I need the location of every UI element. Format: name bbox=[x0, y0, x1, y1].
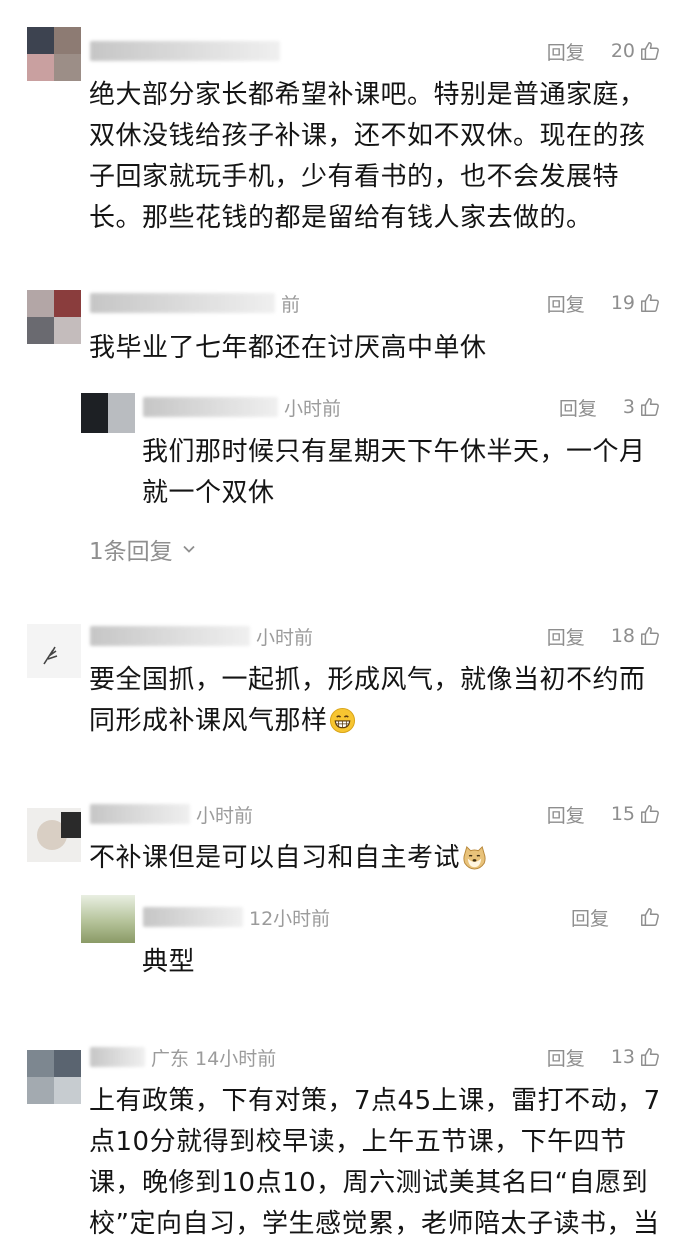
reply-meta: 12小时前 bbox=[143, 902, 330, 932]
comment-actions: 回复 13 bbox=[547, 1042, 661, 1072]
reply-button[interactable]: 回复 bbox=[547, 623, 585, 650]
thumbs-up-icon[interactable] bbox=[639, 40, 661, 62]
comment-actions: 回复 19 bbox=[547, 288, 661, 318]
doge-emoji-icon bbox=[463, 845, 486, 870]
like-count: 3 bbox=[622, 396, 635, 418]
reply-button[interactable]: 回复 bbox=[547, 38, 585, 65]
reply-avatar[interactable] bbox=[81, 393, 135, 433]
thumbs-up-icon[interactable] bbox=[639, 292, 661, 314]
comment-actions: 回复 18 bbox=[547, 621, 661, 651]
like-count: 13 bbox=[610, 1046, 635, 1068]
reply-meta: 小时前 bbox=[143, 392, 341, 422]
username-blurred[interactable] bbox=[90, 1047, 145, 1067]
comment-meta: 小时前 bbox=[90, 621, 313, 651]
chevron-down-icon bbox=[183, 545, 195, 553]
like-count: 20 bbox=[610, 40, 635, 62]
thumbs-up-icon[interactable] bbox=[639, 803, 661, 825]
thumbs-up-icon[interactable] bbox=[639, 906, 661, 928]
reply-avatar[interactable] bbox=[81, 895, 135, 943]
grinning-face-emoji-icon bbox=[329, 707, 355, 734]
reply-text: 我们那时候只有星期天下午休半天，一个月就一个双休 bbox=[142, 437, 646, 508]
avatar[interactable] bbox=[27, 27, 81, 81]
avatar[interactable] bbox=[27, 808, 81, 862]
username-blurred[interactable] bbox=[143, 907, 243, 927]
username-blurred[interactable] bbox=[90, 293, 275, 313]
username-blurred[interactable] bbox=[143, 397, 278, 417]
comment-time: 前 bbox=[281, 293, 301, 316]
comment-text-wrap: 要全国抓，一起抓，形成风气，就像当初不约而同形成补课风气那样 bbox=[89, 660, 663, 742]
reply-button[interactable]: 回复 bbox=[559, 394, 597, 421]
thumbs-up-icon[interactable] bbox=[639, 1046, 661, 1068]
comment-meta: 小时前 bbox=[90, 799, 253, 829]
comment-time: 广东 14小时前 bbox=[151, 1047, 277, 1070]
comment-actions: 回复 15 bbox=[547, 799, 661, 829]
reply-time: 12小时前 bbox=[249, 907, 331, 930]
comment-meta: 前 bbox=[90, 288, 300, 318]
comment-text-wrap: 不补课但是可以自习和自主考试 bbox=[89, 838, 663, 879]
comment-actions: 回复 20 bbox=[547, 36, 661, 66]
thumbs-up-icon[interactable] bbox=[639, 396, 661, 418]
comment-text: 绝大部分家长都希望补课吧。特别是普通家庭，双休没钱给孩子补课，还不如不双休。现在… bbox=[89, 80, 646, 233]
reply-button[interactable]: 回复 bbox=[547, 1044, 585, 1071]
reply-text: 典型 bbox=[142, 947, 196, 977]
feather-icon bbox=[43, 646, 58, 665]
reply-button[interactable]: 回复 bbox=[547, 801, 585, 828]
avatar[interactable] bbox=[27, 290, 81, 344]
comment-text: 不补课但是可以自习和自主考试 bbox=[89, 843, 461, 873]
comment-text: 上有政策，下有对策，7点45上课，雷打不动，7点10分就得到校早读，上午五节课，… bbox=[89, 1086, 661, 1239]
thumbs-up-icon[interactable] bbox=[639, 625, 661, 647]
avatar[interactable] bbox=[27, 1050, 81, 1104]
like-count: 19 bbox=[610, 292, 635, 314]
reply-time: 小时前 bbox=[284, 397, 342, 420]
username-blurred[interactable] bbox=[90, 41, 280, 61]
like-count: 15 bbox=[610, 803, 635, 825]
comment-time: 小时前 bbox=[196, 804, 254, 827]
avatar[interactable] bbox=[27, 624, 81, 678]
reply-actions: 回复 3 bbox=[559, 392, 661, 422]
comment-meta bbox=[90, 36, 286, 66]
comment-text: 我毕业了七年都还在讨厌高中单休 bbox=[89, 333, 487, 363]
reply-actions: 回复 bbox=[571, 902, 661, 932]
reply-button[interactable]: 回复 bbox=[571, 904, 609, 931]
comment-meta: 广东 14小时前 bbox=[90, 1042, 276, 1072]
username-blurred[interactable] bbox=[90, 626, 250, 646]
like-count: 18 bbox=[610, 625, 635, 647]
more-replies-link[interactable]: 1条回复 bbox=[89, 532, 197, 566]
more-replies-label: 1条回复 bbox=[89, 539, 173, 565]
comment-time: 小时前 bbox=[256, 626, 314, 649]
comment-text: 要全国抓，一起抓，形成风气，就像当初不约而同形成补课风气那样 bbox=[89, 665, 646, 736]
username-blurred[interactable] bbox=[90, 804, 190, 824]
reply-button[interactable]: 回复 bbox=[547, 290, 585, 317]
